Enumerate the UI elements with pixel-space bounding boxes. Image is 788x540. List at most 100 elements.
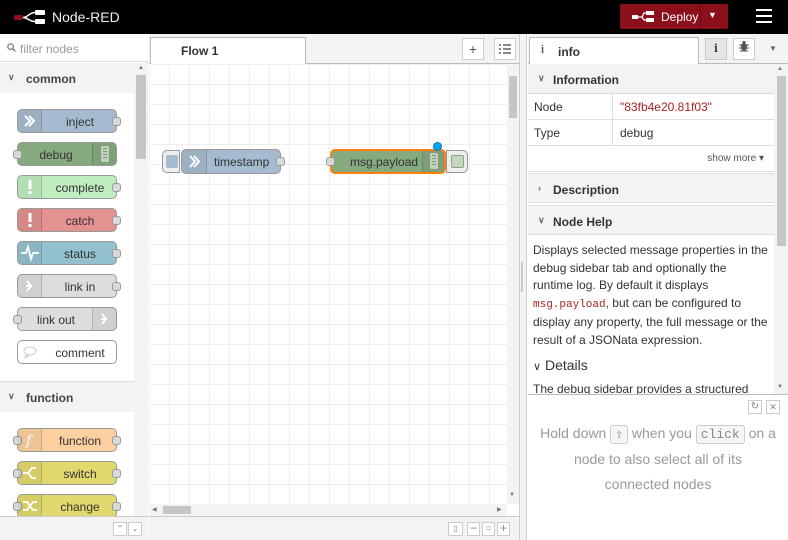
property-key: Type <box>534 126 561 140</box>
scrollbar-thumb[interactable] <box>163 506 191 514</box>
chevron-down-icon: ∨ <box>8 391 15 401</box>
close-icon[interactable]: ✕ <box>766 400 780 414</box>
list-flows-button[interactable] <box>494 38 516 60</box>
node-help-text: Displays selected message properties in … <box>533 242 769 394</box>
info-tab-button[interactable]: i <box>705 38 727 60</box>
palette-node-link-in[interactable]: link in <box>17 274 121 298</box>
filter-placeholder: filter nodes <box>20 42 79 56</box>
scroll-left-icon[interactable]: ◀ <box>152 506 157 513</box>
palette-node-comment[interactable]: comment <box>17 340 117 364</box>
collapse-all-button[interactable]: ⌃ <box>113 522 127 536</box>
flow-node-msg-payload[interactable]: msg.payload <box>326 142 446 174</box>
node-label: inject <box>65 115 94 129</box>
node-red-logo: Node-RED <box>14 6 120 28</box>
show-more-row: show more ▾ <box>528 146 774 172</box>
node-label: link out <box>36 313 76 327</box>
chevron-down-icon: ∨ <box>538 215 545 225</box>
palette-node-complete[interactable]: complete <box>17 175 121 199</box>
canvas-vertical-scrollbar[interactable]: ▼ <box>507 64 519 504</box>
scroll-up-icon[interactable]: ▲ <box>138 65 144 71</box>
output-port[interactable] <box>112 216 121 225</box>
scrollbar-thumb[interactable] <box>509 76 517 118</box>
output-port[interactable] <box>112 117 121 126</box>
property-value: "83fb4e20.81f03" <box>612 94 774 120</box>
link-arrow-icon <box>92 308 116 330</box>
category-function-body: f function switch change <box>0 412 134 516</box>
details-heading[interactable]: ∨ Details <box>533 357 769 377</box>
node-label: switch <box>63 467 97 481</box>
deploy-button[interactable]: Deploy ▼ <box>620 4 728 29</box>
tab-info[interactable]: i info <box>529 37 699 65</box>
category-common-body: inject debug complete catch status link … <box>0 93 134 381</box>
scrollbar-thumb[interactable] <box>777 76 786 246</box>
main-menu-icon[interactable] <box>756 9 772 23</box>
tab-flow-1[interactable]: Flow 1 <box>150 37 306 65</box>
link-arrow-icon <box>18 275 42 297</box>
refresh-icon[interactable]: ↻ <box>748 400 762 414</box>
scroll-down-icon[interactable]: ▼ <box>509 492 515 498</box>
shuffle-icon <box>18 495 42 516</box>
palette-node-function[interactable]: f function <box>13 428 121 452</box>
debug-toggle-button[interactable] <box>446 150 468 173</box>
node-label: link in <box>64 280 96 294</box>
palette-node-inject[interactable]: inject <box>17 109 121 133</box>
chevron-right-icon: › <box>538 183 541 193</box>
property-key: Node <box>534 100 563 114</box>
zoom-out-button[interactable]: − <box>467 522 480 536</box>
flow-canvas[interactable]: timestamp msg.payload <box>149 64 507 504</box>
zoom-in-button[interactable]: + <box>497 522 510 536</box>
output-port[interactable] <box>112 502 121 511</box>
inject-trigger-button[interactable] <box>162 150 180 173</box>
palette-filter[interactable]: filter nodes <box>0 34 148 62</box>
input-port[interactable] <box>326 157 335 166</box>
debug-tab-button[interactable] <box>733 38 755 60</box>
flow-node-timestamp[interactable]: timestamp <box>181 149 285 174</box>
output-port[interactable] <box>276 157 285 166</box>
chevron-down-icon: ∨ <box>533 361 542 373</box>
svg-text:f: f <box>25 433 34 449</box>
exclamation-icon <box>18 209 42 231</box>
show-more-link[interactable]: show more ▾ <box>707 153 764 164</box>
output-port[interactable] <box>112 436 121 445</box>
palette-node-change[interactable]: change <box>13 494 121 516</box>
palette-node-catch[interactable]: catch <box>17 208 121 232</box>
sidebar-scrollbar[interactable]: ▲ ▼ <box>774 64 788 394</box>
function-icon: f <box>18 429 42 451</box>
output-port[interactable] <box>112 282 121 291</box>
arrow-in-icon <box>18 110 42 132</box>
zoom-reset-button[interactable]: ○ <box>482 522 495 536</box>
deploy-dropdown-icon[interactable]: ▼ <box>708 10 717 20</box>
description-section-header[interactable]: › Description <box>528 173 774 203</box>
scroll-up-icon[interactable]: ▲ <box>777 66 783 72</box>
sidebar-splitter[interactable] <box>519 34 527 540</box>
deploy-separator <box>700 4 701 29</box>
palette-node-link-out[interactable]: link out <box>13 307 117 331</box>
category-function-header[interactable]: ∨ function <box>0 381 134 411</box>
palette-node-switch[interactable]: switch <box>13 461 121 485</box>
deploy-icon <box>632 11 654 22</box>
canvas-horizontal-scrollbar[interactable]: ◀ ▶ <box>149 504 507 516</box>
scroll-right-icon[interactable]: ▶ <box>497 506 502 513</box>
click-key: click <box>695 425 745 444</box>
scroll-down-icon[interactable]: ▼ <box>777 384 783 390</box>
output-port[interactable] <box>112 249 121 258</box>
information-section-header[interactable]: ∨ Information <box>528 64 774 94</box>
navigator-map-icon[interactable]: ▯ <box>448 522 463 536</box>
output-port[interactable] <box>112 469 121 478</box>
palette-node-status[interactable]: status <box>17 241 121 265</box>
sidebar-menu-chevron-icon[interactable]: ▼ <box>769 44 777 53</box>
add-flow-button[interactable]: + <box>462 38 484 60</box>
search-icon <box>7 43 16 52</box>
expand-all-button[interactable]: ⌄ <box>128 522 142 536</box>
scrollbar-thumb[interactable] <box>136 75 146 159</box>
palette-scrollbar[interactable]: ▲ <box>134 63 148 516</box>
category-common-header[interactable]: ∨ common <box>0 63 134 93</box>
node-red-logo-icon <box>14 10 45 24</box>
palette: filter nodes ∨ common inject debug compl… <box>0 34 148 540</box>
node-help-section-header[interactable]: ∨ Node Help <box>528 205 774 235</box>
app-name: Node-RED <box>52 9 120 25</box>
palette-node-debug[interactable]: debug <box>13 142 117 166</box>
info-icon: i <box>541 44 545 56</box>
output-port[interactable] <box>112 183 121 192</box>
node-label: function <box>58 434 102 448</box>
